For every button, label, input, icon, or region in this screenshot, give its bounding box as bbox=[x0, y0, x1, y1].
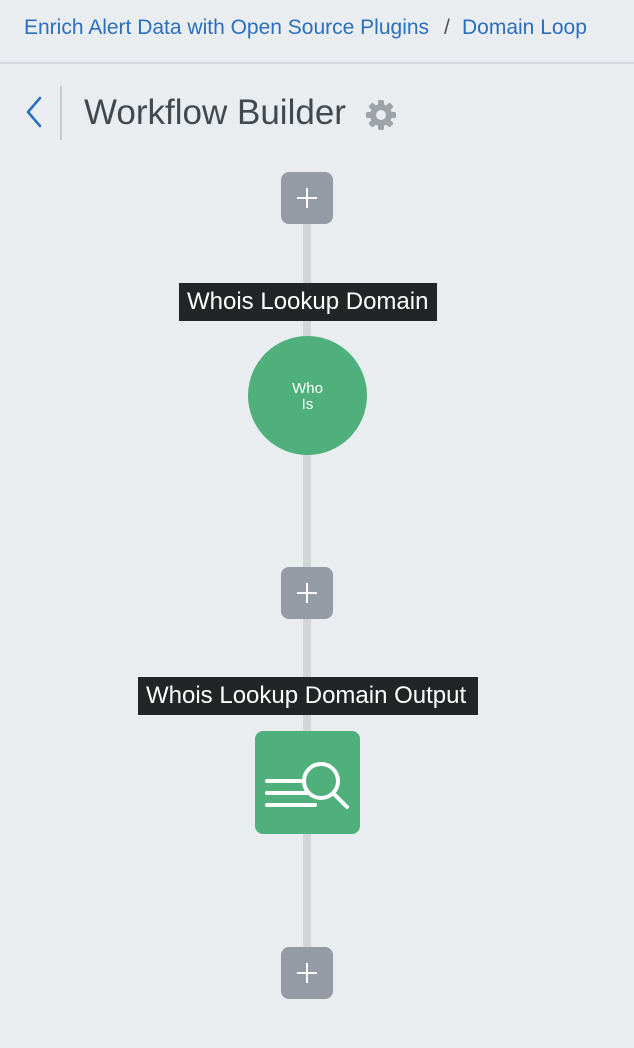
add-step-button[interactable] bbox=[281, 172, 333, 224]
chevron-left-icon bbox=[26, 96, 42, 128]
page-title: Workflow Builder bbox=[84, 93, 346, 132]
whois-icon-text-line2: Is bbox=[301, 396, 314, 413]
settings-button[interactable] bbox=[365, 99, 397, 131]
plus-icon bbox=[297, 188, 317, 208]
step-node-whois-output[interactable] bbox=[255, 731, 360, 834]
step-node-whois-lookup[interactable]: Who Is bbox=[248, 336, 367, 455]
gear-icon bbox=[366, 100, 396, 130]
add-step-button[interactable] bbox=[281, 567, 333, 619]
breadcrumb: Enrich Alert Data with Open Source Plugi… bbox=[0, 0, 634, 64]
whois-icon-text-line1: Who bbox=[292, 380, 323, 397]
step-label-whois: Whois Lookup Domain bbox=[179, 283, 437, 321]
plus-icon bbox=[297, 963, 317, 983]
back-button[interactable] bbox=[20, 94, 48, 130]
plus-icon bbox=[297, 583, 317, 603]
step-label-whois-output: Whois Lookup Domain Output bbox=[138, 677, 478, 715]
breadcrumb-separator: / bbox=[444, 16, 450, 39]
title-divider bbox=[60, 86, 62, 140]
breadcrumb-link-workflow[interactable]: Enrich Alert Data with Open Source Plugi… bbox=[24, 16, 429, 40]
search-lines-icon bbox=[265, 762, 349, 809]
breadcrumb-link-current[interactable]: Domain Loop bbox=[462, 16, 587, 40]
add-step-button[interactable] bbox=[281, 947, 333, 999]
